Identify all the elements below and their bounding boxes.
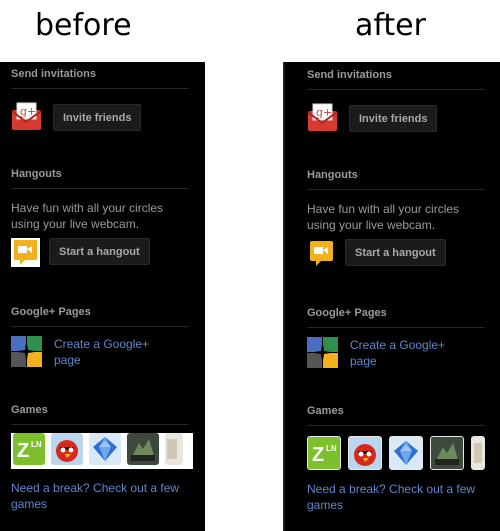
google-pages-icon <box>307 337 338 368</box>
hangouts-description: Have fun with all your circles using you… <box>11 201 164 231</box>
section-title: Google+ Pages <box>307 307 387 319</box>
create-google-page-link[interactable]: Create a Google+ page <box>54 336 174 368</box>
section-title: Games <box>307 405 344 417</box>
partial-game-icon[interactable] <box>165 433 183 465</box>
zynga-game-icon[interactable]: Z LN <box>13 433 45 465</box>
section-title: Games <box>11 404 48 416</box>
google-pages-icon <box>11 336 42 367</box>
section-title: Hangouts <box>11 168 62 180</box>
games-strip: Z LN <box>307 436 487 472</box>
section-google-pages: Google+ Pages Create a Google+ page <box>307 307 485 368</box>
divider <box>11 424 189 425</box>
section-title: Hangouts <box>307 169 358 181</box>
svg-text:LN: LN <box>31 440 42 449</box>
divider <box>11 326 189 327</box>
invite-friends-button[interactable]: Invite friends <box>53 104 142 131</box>
hangouts-description: Have fun with all your circles using you… <box>307 202 460 232</box>
divider <box>307 189 485 190</box>
zynga-game-icon[interactable]: Z LN <box>307 436 341 470</box>
invite-friends-button[interactable]: Invite friends <box>349 105 438 132</box>
section-hangouts: Hangouts Have fun with all your circles … <box>307 169 485 266</box>
svg-text:Z: Z <box>312 444 324 466</box>
svg-text:LN: LN <box>326 444 337 453</box>
divider <box>307 425 485 426</box>
panel-after: Send invitations g+ Invite friends Hango… <box>283 62 500 531</box>
start-hangout-button[interactable]: Start a hangout <box>49 238 150 265</box>
svg-text:Z: Z <box>17 440 29 462</box>
bejeweled-game-icon[interactable] <box>389 436 423 470</box>
google-plus-mail-icon: g+ <box>307 102 338 133</box>
section-hangouts: Hangouts Have fun with all your circles … <box>11 168 189 267</box>
bejeweled-game-icon[interactable] <box>89 433 121 465</box>
section-google-pages: Google+ Pages Create a Google+ page <box>11 306 189 367</box>
games-link[interactable]: Need a break? Check out a few games <box>11 480 186 512</box>
caption-before: before <box>35 8 132 43</box>
hangout-camera-icon <box>307 239 336 268</box>
divider <box>307 327 485 328</box>
section-title: Send invitations <box>307 69 392 81</box>
angry-birds-game-icon[interactable] <box>348 436 382 470</box>
divider <box>307 89 485 90</box>
divider <box>11 188 189 189</box>
google-plus-mail-icon: g+ <box>11 101 42 132</box>
games-link[interactable]: Need a break? Check out a few games <box>307 481 482 513</box>
section-send-invitations: Send invitations g+ Invite friends <box>307 69 485 132</box>
dragons-game-icon[interactable] <box>127 433 159 465</box>
section-games: Games Z LN Need a break? Check out a few … <box>11 404 193 511</box>
section-title: Send invitations <box>11 68 96 80</box>
section-title: Google+ Pages <box>11 306 91 318</box>
start-hangout-button[interactable]: Start a hangout <box>345 239 446 266</box>
section-games: Games Z LN Need a break? Check out a few … <box>307 405 485 512</box>
dragons-game-icon[interactable] <box>430 436 464 470</box>
games-strip: Z LN <box>11 433 193 469</box>
create-google-page-link[interactable]: Create a Google+ page <box>350 337 470 369</box>
partial-game-icon[interactable] <box>471 436 485 470</box>
panel-before: Send invitations g+ Invite friends Hango… <box>0 62 205 531</box>
angry-birds-game-icon[interactable] <box>51 433 83 465</box>
divider <box>11 88 189 89</box>
hangout-camera-icon <box>11 238 40 267</box>
section-send-invitations: Send invitations g+ Invite friends <box>11 68 189 131</box>
caption-after: after <box>355 8 426 43</box>
